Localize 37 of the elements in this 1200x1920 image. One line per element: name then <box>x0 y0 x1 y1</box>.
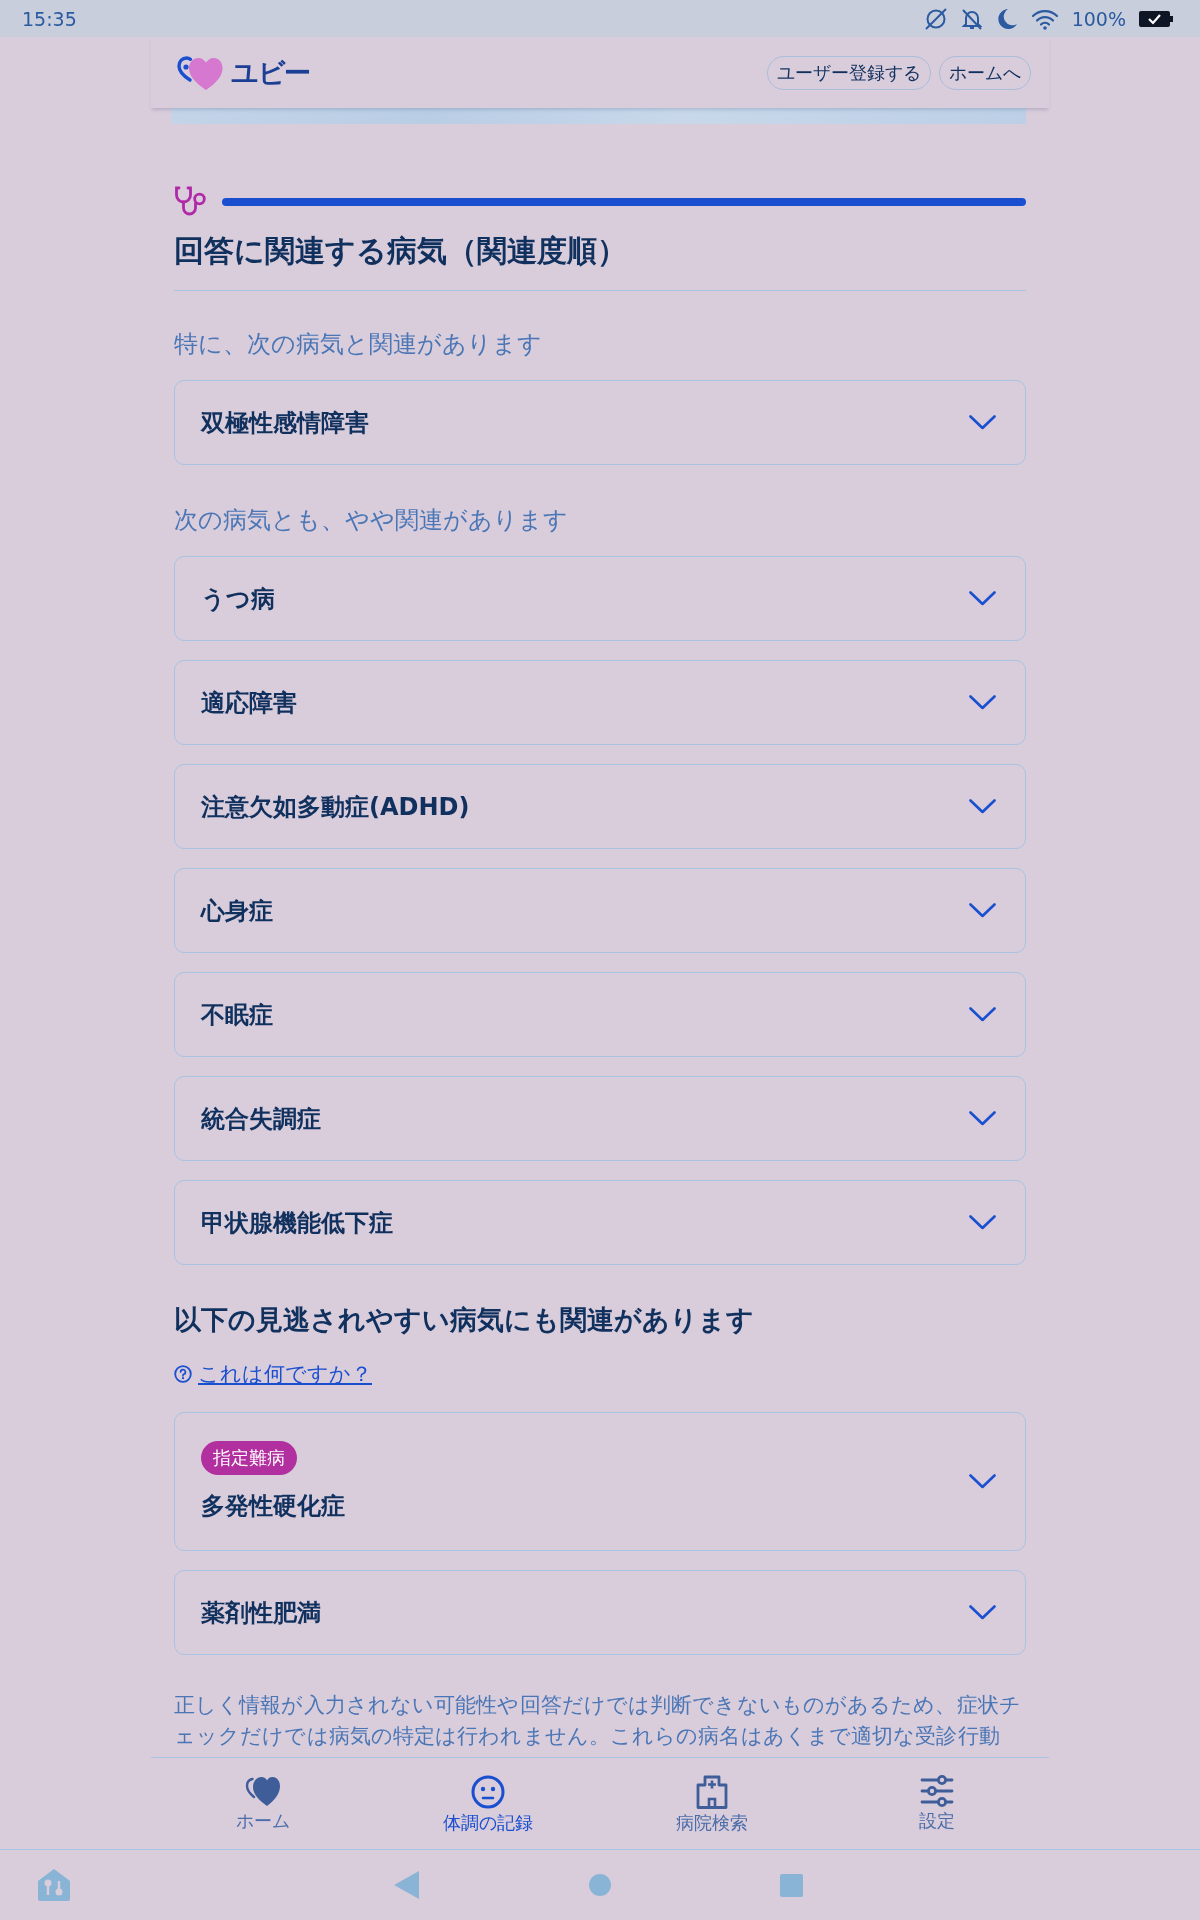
logo-text: ユビー <box>231 55 310 90</box>
disease-accordion[interactable]: 甲状腺機能低下症 <box>174 1180 1026 1265</box>
disease-accordion[interactable]: 薬剤性肥満 <box>174 1570 1026 1655</box>
disease-accordion[interactable]: 不眠症 <box>174 972 1026 1057</box>
stethoscope-icon <box>174 186 208 217</box>
recents-square-icon[interactable] <box>780 1873 803 1897</box>
disclaimer-text: 正しく情報が入力されない可能性や回答だけでは判断できないものがあるため、症状チェックだけでは病気の特定は行われません。これらの病名はあくまで適切な受診行動 <box>174 1692 1022 1750</box>
wifi-icon <box>1030 7 1059 30</box>
smiley-face-icon <box>470 1775 505 1809</box>
heart-icon <box>245 1775 282 1807</box>
section-heading: 以下の見逃されやすい病気にも関連があります <box>174 1303 755 1337</box>
disease-accordion[interactable]: うつ病 <box>174 556 1026 641</box>
battery-percent: 100% <box>1071 7 1126 30</box>
disease-accordion[interactable]: 統合失調症 <box>174 1076 1026 1161</box>
category-tag: 指定難病 <box>201 1441 297 1475</box>
hospital-icon <box>696 1775 729 1809</box>
help-link[interactable]: これは何ですか？ <box>174 1360 372 1388</box>
nav-tab[interactable]: 設定 <box>824 1758 1049 1849</box>
battery-icon <box>1139 10 1173 27</box>
section-title: 回答に関連する病気（関連度順） <box>174 233 628 269</box>
disease-accordion[interactable]: 注意欠如多動症(ADHD) <box>174 764 1026 849</box>
home-circle-icon[interactable] <box>589 1874 611 1896</box>
nav-tab[interactable]: 体調の記録 <box>375 1758 600 1849</box>
heart-logo-icon <box>177 54 223 91</box>
group-label: 次の病気とも、やや関連があります <box>174 505 569 535</box>
status-time: 15:35 <box>22 7 78 30</box>
back-triangle-icon[interactable] <box>394 1871 419 1899</box>
sliders-icon <box>919 1775 954 1807</box>
moon-icon <box>995 6 1018 31</box>
question-circle-icon <box>174 1365 192 1383</box>
disease-accordion[interactable]: 心身症 <box>174 868 1026 953</box>
circle-slash-icon <box>923 6 948 31</box>
house-icon[interactable] <box>38 1869 70 1901</box>
disease-accordion[interactable]: 適応障害 <box>174 660 1026 745</box>
group-label: 特に、次の病気と関連があります <box>174 329 543 359</box>
disease-accordion[interactable]: 指定難病 多発性硬化症 <box>174 1412 1026 1551</box>
disease-accordion[interactable]: 双極性感情障害 <box>174 380 1026 465</box>
